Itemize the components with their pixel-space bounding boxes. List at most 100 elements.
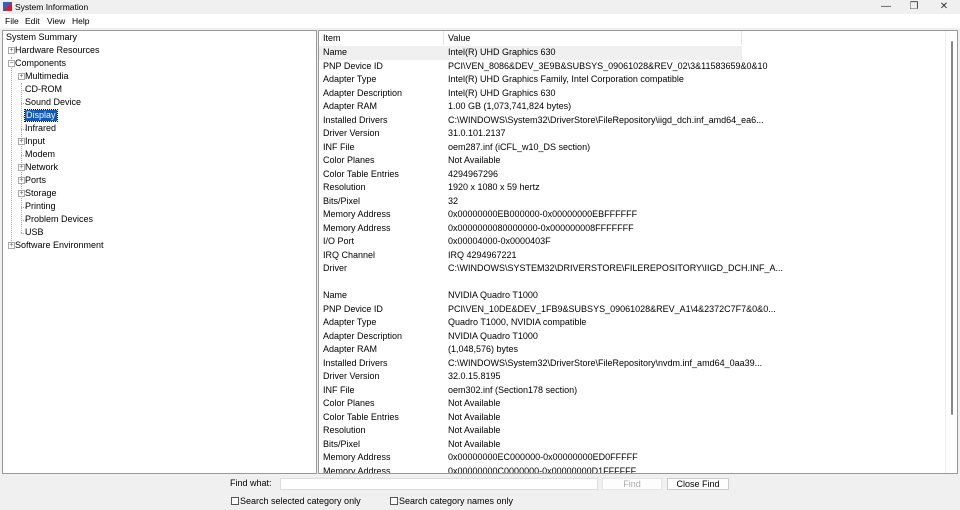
table-row[interactable]: INF File oem302.inf (Section178 section) bbox=[319, 384, 742, 398]
table-row[interactable]: Color Planes Not Available bbox=[319, 397, 742, 411]
table-row[interactable]: INF File oem287.inf (iCFL_w10_DS section) bbox=[319, 141, 742, 155]
table-row[interactable]: Resolution Not Available bbox=[319, 424, 742, 438]
menu-view[interactable]: View bbox=[47, 16, 65, 26]
value-cell: Not Available bbox=[448, 411, 501, 422]
table-row[interactable] bbox=[319, 276, 742, 290]
expand-icon[interactable]: + bbox=[18, 138, 25, 145]
item-cell: Adapter RAM bbox=[323, 101, 378, 111]
close-find-button[interactable]: Close Find bbox=[667, 478, 729, 490]
table-row[interactable]: Installed Drivers C:\WINDOWS\System32\Dri… bbox=[319, 114, 764, 128]
item-cell: Memory Address bbox=[323, 209, 391, 219]
tree-item-storage[interactable]: Storage bbox=[25, 188, 57, 199]
expand-icon[interactable]: + bbox=[18, 73, 25, 80]
table-row[interactable]: Memory Address 0x0000000080000000-0x00000… bbox=[319, 222, 742, 236]
menu-file[interactable]: File bbox=[5, 16, 19, 26]
column-header-value[interactable]: Value bbox=[444, 31, 742, 45]
value-cell: 1.00 GB (1,073,741,824 bytes) bbox=[448, 101, 572, 111]
table-row[interactable]: I/O Port 0x00004000-0x0000403F bbox=[319, 235, 742, 249]
value-cell: Intel(R) UHD Graphics 630 bbox=[448, 47, 556, 57]
find-button[interactable]: Find bbox=[602, 478, 662, 490]
value-cell: oem302.inf (Section178 section) bbox=[448, 384, 578, 395]
table-row[interactable]: Adapter Description NVIDIA Quadro T1000 bbox=[319, 330, 742, 344]
item-cell: Color Planes bbox=[323, 398, 375, 408]
table-row[interactable]: Name Intel(R) UHD Graphics 630 bbox=[319, 46, 742, 60]
expand-icon[interactable]: + bbox=[8, 242, 15, 249]
tree-item-software-environment[interactable]: Software Environment bbox=[15, 240, 104, 251]
details-list[interactable]: Item Value Name Intel(R) UHD Graphics 630… bbox=[318, 30, 958, 474]
value-cell: IRQ 4294967221 bbox=[448, 249, 517, 260]
item-cell: Memory Address bbox=[323, 222, 391, 233]
expand-icon[interactable]: + bbox=[18, 164, 25, 171]
column-header-item[interactable]: Item bbox=[319, 31, 444, 45]
table-row[interactable]: Adapter Type Intel(R) UHD Graphics Family… bbox=[319, 73, 742, 87]
close-button[interactable]: ✕ bbox=[930, 0, 958, 14]
tree-item-cd-rom[interactable]: CD-ROM bbox=[25, 84, 62, 95]
vertical-scrollbar[interactable] bbox=[945, 31, 957, 473]
search-selected-category-checkbox[interactable]: Search selected category only bbox=[231, 496, 361, 506]
table-row[interactable]: Bits/Pixel Not Available bbox=[319, 438, 742, 452]
table-row[interactable]: PNP Device ID PCI\VEN_8086&DEV_3E9B&SUBSY… bbox=[319, 60, 768, 74]
search-category-names-checkbox[interactable]: Search category names only bbox=[390, 496, 513, 506]
item-cell: Color Table Entries bbox=[323, 168, 399, 179]
table-row[interactable]: Resolution 1920 x 1080 x 59 hertz bbox=[319, 181, 742, 195]
item-cell: IRQ Channel bbox=[323, 249, 376, 260]
expand-icon[interactable]: + bbox=[18, 177, 25, 184]
checkbox-icon[interactable] bbox=[231, 497, 239, 505]
table-row[interactable]: Color Planes Not Available bbox=[319, 154, 742, 168]
find-input[interactable] bbox=[280, 478, 598, 490]
item-cell: Resolution bbox=[323, 425, 366, 435]
category-tree[interactable]: System Summary + Hardware Resources − Compon… bbox=[2, 30, 317, 474]
tree-item-problem-devices[interactable]: Problem Devices bbox=[25, 214, 93, 225]
table-row[interactable]: Adapter Type Quadro T1000, NVIDIA compati… bbox=[319, 316, 742, 330]
table-row[interactable]: Driver Version 31.0.101.2137 bbox=[319, 127, 742, 141]
tree-item-hardware-resources[interactable]: Hardware Resources bbox=[15, 45, 100, 56]
table-row[interactable]: Memory Address 0x00000000EC000000-0x00000… bbox=[319, 451, 742, 465]
expand-icon[interactable]: + bbox=[8, 47, 15, 54]
tree-item-system-summary[interactable]: System Summary bbox=[6, 32, 77, 43]
collapse-icon[interactable]: − bbox=[8, 60, 15, 67]
table-row[interactable]: Installed Drivers C:\WINDOWS\System32\Dri… bbox=[319, 357, 762, 371]
tree-item-multimedia[interactable]: Multimedia bbox=[25, 71, 69, 82]
menu-edit[interactable]: Edit bbox=[25, 16, 40, 26]
tree-item-sound-device[interactable]: Sound Device bbox=[25, 97, 81, 108]
tree-item-ports[interactable]: Ports bbox=[25, 175, 46, 186]
table-row[interactable]: Name NVIDIA Quadro T1000 bbox=[319, 289, 742, 303]
tree-item-network[interactable]: Network bbox=[25, 162, 58, 173]
item-cell: Name bbox=[323, 47, 348, 57]
value-cell: 32.0.15.8195 bbox=[448, 371, 501, 381]
expand-icon[interactable]: + bbox=[18, 190, 25, 197]
tree-item-display[interactable]: Display bbox=[24, 109, 58, 122]
item-cell: Installed Drivers bbox=[323, 357, 388, 368]
scrollbar-thumb[interactable] bbox=[951, 41, 953, 415]
table-row[interactable]: Driver C:\WINDOWS\SYSTEM32\DRIVERSTORE\FI… bbox=[319, 262, 783, 276]
item-cell: Bits/Pixel bbox=[323, 438, 361, 449]
item-cell: Memory Address bbox=[323, 452, 391, 462]
table-row[interactable]: Memory Address 0x00000000C0000000-0x00000… bbox=[319, 465, 742, 474]
table-row[interactable]: Adapter Description Intel(R) UHD Graphics… bbox=[319, 87, 742, 101]
item-cell: Driver Version bbox=[323, 128, 380, 138]
tree-item-printing[interactable]: Printing bbox=[25, 201, 56, 212]
table-row[interactable]: Color Table Entries Not Available bbox=[319, 411, 742, 425]
item-cell: Bits/Pixel bbox=[323, 195, 361, 206]
table-row[interactable]: PNP Device ID PCI\VEN_10DE&DEV_1FB9&SUBSY… bbox=[319, 303, 776, 317]
table-row[interactable]: IRQ Channel IRQ 4294967221 bbox=[319, 249, 742, 263]
table-row[interactable]: Bits/Pixel 32 bbox=[319, 195, 742, 209]
table-row[interactable]: Color Table Entries 4294967296 bbox=[319, 168, 742, 182]
restore-button[interactable]: ❐ bbox=[900, 0, 928, 14]
tree-item-components[interactable]: Components bbox=[15, 58, 66, 69]
value-cell: C:\WINDOWS\System32\DriverStore\FileRepo… bbox=[448, 357, 763, 368]
tree-item-modem[interactable]: Modem bbox=[25, 149, 55, 160]
item-cell: Adapter RAM bbox=[323, 344, 378, 354]
checkbox-icon[interactable] bbox=[390, 497, 398, 505]
minimize-button[interactable]: — bbox=[872, 0, 900, 14]
table-row[interactable]: Driver Version 32.0.15.8195 bbox=[319, 370, 742, 384]
tree-item-infrared[interactable]: Infrared bbox=[25, 123, 56, 134]
table-row[interactable]: Adapter RAM (1,048,576) bytes bbox=[319, 343, 742, 357]
table-row[interactable]: Memory Address 0x00000000EB000000-0x00000… bbox=[319, 208, 742, 222]
table-row[interactable]: Adapter RAM 1.00 GB (1,073,741,824 bytes) bbox=[319, 100, 742, 114]
tree-item-usb[interactable]: USB bbox=[25, 227, 44, 238]
tree-line bbox=[21, 83, 22, 233]
item-cell: Name bbox=[323, 290, 348, 300]
tree-item-input[interactable]: Input bbox=[25, 136, 45, 147]
menu-help[interactable]: Help bbox=[72, 16, 89, 26]
